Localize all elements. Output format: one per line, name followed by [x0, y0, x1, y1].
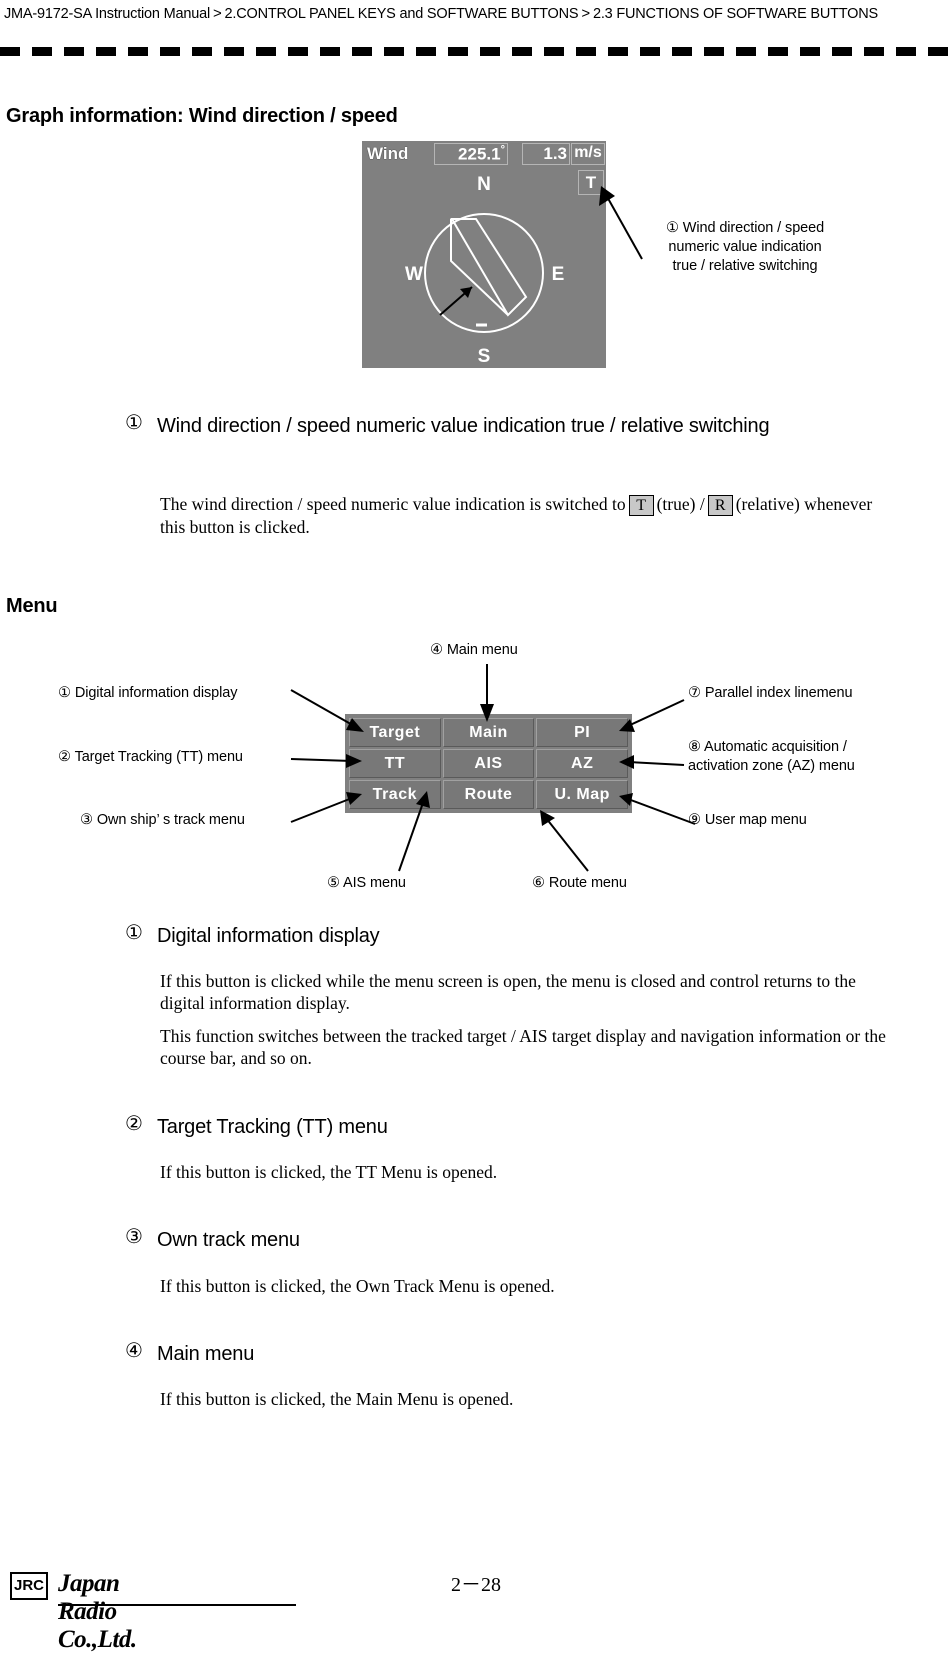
- menu-callout-3: ③ Own ship’ s track menu: [80, 812, 245, 828]
- menu-callout-1: ① Digital information display: [58, 685, 238, 701]
- breadcrumb-separator-1: >: [212, 5, 222, 22]
- page-title-menu: Menu: [6, 595, 58, 617]
- menu-button-target[interactable]: Target: [349, 718, 441, 747]
- manual-page: JMA-9172-SA Instruction Manual >2.CONTROL…: [0, 0, 952, 1653]
- jrc-mark-icon: JRC: [10, 1572, 48, 1600]
- page-number: 2－28: [451, 1574, 501, 1596]
- compass-north-label: N: [477, 174, 491, 195]
- wind-direction-arrow: [439, 286, 473, 316]
- breadcrumb-separator-2: >: [581, 5, 590, 22]
- menu-callout-8: ⑧ Automatic acquisition / activation zon…: [688, 738, 908, 776]
- menu-button-user-map[interactable]: U. Map: [536, 780, 629, 809]
- menu-button-main[interactable]: Main: [442, 718, 535, 747]
- menu-callout-2: ② Target Tracking (TT) menu: [58, 749, 243, 765]
- company-name-underline: [58, 1604, 296, 1606]
- menu-item-4-number: ④: [125, 1340, 143, 1362]
- header-dashed-rule: [0, 47, 952, 56]
- wind-direction-value-box: 225.1°: [434, 143, 508, 165]
- wind-label: Wind: [367, 144, 409, 163]
- menu-row-3: Track Route U. Map: [348, 780, 629, 809]
- menu-item-2-paragraph-1: If this button is clicked, the TT Menu i…: [160, 1162, 498, 1182]
- degree-icon: °: [500, 144, 505, 156]
- menu-item-1-paragraph-1: If this button is clicked while the menu…: [160, 971, 856, 1013]
- wind-speed-value: 1.3: [543, 144, 567, 163]
- key-true: T: [628, 495, 654, 517]
- wind-item-body-part1: The wind direction / speed numeric value…: [160, 494, 626, 514]
- wind-item-number: ①: [125, 412, 143, 434]
- wind-callout-line2: numeric value indication: [668, 239, 822, 255]
- wind-item-title: Wind direction / speed numeric value ind…: [157, 415, 770, 437]
- wind-callout-line3: true / relative switching: [672, 258, 818, 274]
- breadcrumb-header: JMA-9172-SA Instruction Manual >2.CONTROL…: [4, 2, 904, 26]
- menu-callout-9: ⑨ User map menu: [688, 812, 807, 828]
- wind-top-bar: Wind 225.1° 1.3 m/s: [362, 141, 606, 168]
- menu-item-1-number: ①: [125, 922, 143, 944]
- menu-item-2-title: Target Tracking (TT) menu: [157, 1116, 388, 1138]
- wind-item-body-part2: (true) /: [656, 494, 705, 514]
- menu-callout-6: ⑥ Route menu: [532, 875, 627, 891]
- menu-button-ais[interactable]: AIS: [442, 749, 535, 778]
- menu-callout-4: ④ Main menu: [430, 642, 518, 658]
- menu-item-3-number: ③: [125, 1226, 143, 1248]
- menu-button-az[interactable]: AZ: [536, 749, 629, 778]
- wind-callout-text: ① Wind direction / speed numeric value i…: [650, 219, 840, 276]
- wind-speed-value-box: 1.3: [522, 143, 570, 165]
- own-ship-outline: [450, 218, 528, 317]
- menu-item-1-title: Digital information display: [157, 925, 380, 947]
- company-name: Japan Radio Co.,Ltd.: [58, 1570, 137, 1653]
- menu-callout-7: ⑦ Parallel index linemenu: [688, 685, 853, 701]
- menu-button-grid: Target Main PI TT AIS AZ Track Route U. …: [345, 714, 632, 813]
- leader-line-6: [540, 810, 589, 872]
- compass-south-label: S: [478, 346, 491, 367]
- breadcrumb-manual: JMA-9172-SA Instruction Manual: [4, 6, 210, 22]
- menu-callout-5: ⑤ AIS menu: [327, 875, 406, 891]
- wind-item-body: The wind direction / speed numeric value…: [160, 493, 890, 538]
- menu-row-1: Target Main PI: [348, 718, 629, 747]
- menu-callout-8-line1: ⑧ Automatic acquisition /: [688, 739, 847, 755]
- wind-callout-line1: ① Wind direction / speed: [665, 220, 825, 236]
- menu-button-tt[interactable]: TT: [349, 749, 441, 778]
- key-relative: R: [707, 495, 733, 517]
- menu-item-2-number: ②: [125, 1113, 143, 1135]
- menu-item-1-paragraph-2: This function switches between the track…: [160, 1026, 886, 1068]
- breadcrumb-section: 2.3 FUNCTIONS OF SOFTWARE BUTTONS: [592, 6, 878, 22]
- compass-east-label: E: [552, 264, 565, 285]
- menu-callout-8-line2: activation zone (AZ) menu: [688, 758, 855, 774]
- wind-direction-value: 225.1: [458, 144, 501, 164]
- wind-speed-unit: m/s: [571, 143, 605, 165]
- menu-item-4-title: Main menu: [157, 1343, 255, 1365]
- wind-compass-graphic: N W E S: [405, 174, 565, 367]
- menu-button-pi[interactable]: PI: [536, 718, 629, 747]
- menu-item-3-paragraph-1: If this button is clicked, the Own Track…: [160, 1276, 555, 1296]
- wind-display-panel: Wind 225.1° 1.3 m/s T N W E S: [362, 141, 606, 368]
- menu-row-2: TT AIS AZ: [348, 749, 629, 778]
- menu-button-track[interactable]: Track: [349, 780, 441, 809]
- menu-item-4-paragraph-1: If this button is clicked, the Main Menu…: [160, 1389, 514, 1409]
- compass-west-label: W: [405, 264, 423, 285]
- breadcrumb-chapter: 2.CONTROL PANEL KEYS and SOFTWARE BUTTON…: [224, 6, 579, 22]
- menu-button-route[interactable]: Route: [442, 780, 535, 809]
- page-title-wind: Graph information: Wind direction / spee…: [6, 105, 398, 127]
- menu-item-3-title: Own track menu: [157, 1229, 300, 1251]
